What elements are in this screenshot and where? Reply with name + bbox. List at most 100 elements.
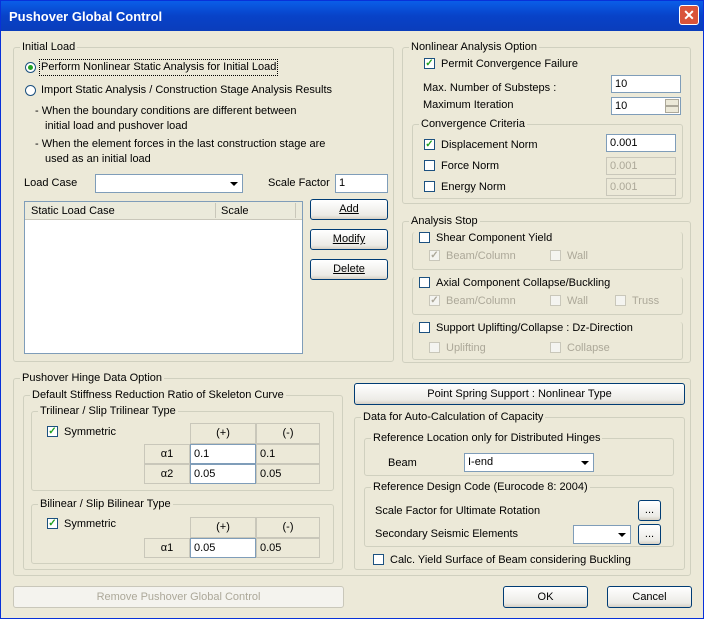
- table-header: Static Load Case Scale: [25, 202, 302, 220]
- chevron-down-icon[interactable]: [577, 455, 592, 470]
- col-divider: [215, 203, 216, 218]
- max-substeps-label: Max. Number of Substeps :: [423, 82, 557, 94]
- axial-collapse-label[interactable]: Axial Component Collapse/Buckling: [436, 277, 614, 290]
- uplifting-checkbox: [429, 342, 440, 353]
- displacement-norm-checkbox[interactable]: ✓: [424, 139, 435, 150]
- chevron-down-icon[interactable]: [614, 527, 629, 542]
- axial-collapse-checkbox[interactable]: [419, 277, 430, 288]
- auto-calc-legend: Data for Auto-Calculation of Capacity: [363, 411, 544, 423]
- scale-factor-rotation-button[interactable]: ...: [638, 500, 661, 521]
- tri-symmetric-label[interactable]: Symmetric: [64, 426, 116, 439]
- scale-factor-label: Scale Factor: [268, 177, 330, 189]
- beam-location-dropdown[interactable]: I-end: [464, 453, 594, 472]
- trilinear-legend: Trilinear / Slip Trilinear Type: [40, 405, 176, 417]
- shear-beam-checkbox: ✓: [429, 250, 440, 261]
- delete-button[interactable]: Delete: [310, 259, 388, 280]
- hinge-data-legend: Pushover Hinge Data Option: [22, 372, 163, 384]
- beam-location-value: I-end: [468, 456, 494, 468]
- cancel-button[interactable]: Cancel: [607, 586, 692, 608]
- col-static-load-case[interactable]: Static Load Case: [31, 205, 115, 218]
- window-title: Pushover Global Control: [9, 9, 163, 24]
- point-spring-button[interactable]: Point Spring Support : Nonlinear Type: [354, 383, 685, 405]
- max-iteration-value: 10: [615, 100, 628, 112]
- bi-plus-header: (+): [190, 517, 256, 538]
- tri-symmetric-checkbox[interactable]: ✓: [47, 426, 58, 437]
- max-iteration-spinner[interactable]: 10: [611, 97, 681, 115]
- bi-a1-minus-input: 0.05: [256, 538, 320, 558]
- note-2b: used as an initial load: [45, 153, 151, 165]
- close-icon[interactable]: ✕: [679, 5, 699, 25]
- bi-minus-header: (-): [256, 517, 320, 538]
- load-case-label: Load Case: [24, 177, 78, 189]
- load-case-table[interactable]: Static Load Case Scale: [24, 201, 303, 354]
- analysis-stop-legend: Analysis Stop: [411, 215, 478, 227]
- bilinear-legend: Bilinear / Slip Bilinear Type: [40, 498, 171, 510]
- calc-yield-label[interactable]: Calc. Yield Surface of Beam considering …: [390, 554, 631, 567]
- title-bar[interactable]: Pushover Global Control ✕: [1, 1, 703, 31]
- shear-yield-checkbox[interactable]: [419, 232, 430, 243]
- support-uplift-label[interactable]: Support Uplifting/Collapse : Dz-Directio…: [436, 322, 636, 335]
- displacement-norm-label[interactable]: Displacement Norm: [441, 139, 538, 152]
- secondary-seismic-button[interactable]: ...: [638, 524, 661, 545]
- energy-norm-input: 0.001: [606, 178, 676, 196]
- add-button[interactable]: Add: [310, 199, 388, 220]
- col-scale[interactable]: Scale: [221, 205, 249, 218]
- tri-a2-label: α2: [144, 464, 190, 484]
- max-iteration-label: Maximum Iteration: [423, 99, 514, 111]
- axial-truss-checkbox: [615, 295, 626, 306]
- bi-symmetric-label[interactable]: Symmetric: [64, 518, 116, 531]
- beam-label: Beam: [388, 457, 417, 469]
- ref-design-code-legend: Reference Design Code (Eurocode 8: 2004): [373, 481, 588, 493]
- energy-norm-label[interactable]: Energy Norm: [441, 181, 506, 194]
- bi-symmetric-checkbox[interactable]: ✓: [47, 518, 58, 529]
- collapse-checkbox: [550, 342, 561, 353]
- energy-norm-checkbox[interactable]: [424, 181, 435, 192]
- force-norm-checkbox[interactable]: [424, 160, 435, 171]
- spin-up-icon[interactable]: [665, 99, 679, 106]
- support-uplift-checkbox[interactable]: [419, 322, 430, 333]
- max-substeps-input[interactable]: 10: [611, 75, 681, 93]
- ok-button[interactable]: OK: [503, 586, 588, 608]
- perform-nonlinear-label[interactable]: Perform Nonlinear Static Analysis for In…: [38, 59, 279, 76]
- spin-down-icon[interactable]: [665, 106, 679, 113]
- col-divider: [295, 203, 296, 218]
- shear-wall-label: Wall: [567, 250, 588, 262]
- tri-a1-label: α1: [144, 444, 190, 464]
- scale-factor-input[interactable]: 1: [335, 174, 388, 193]
- chevron-down-icon[interactable]: [226, 176, 241, 191]
- dialog-window: Pushover Global Control ✕ Initial Load P…: [0, 0, 704, 619]
- shear-wall-checkbox: [550, 250, 561, 261]
- note-1a: - When the boundary conditions are diffe…: [35, 105, 297, 117]
- tri-a2-minus-input: 0.05: [256, 464, 320, 484]
- collapse-label: Collapse: [567, 342, 610, 354]
- modify-label: Modify: [332, 233, 366, 245]
- remove-pushover-button: Remove Pushover Global Control: [13, 586, 344, 608]
- bi-a1-label: α1: [144, 538, 190, 558]
- secondary-seismic-dropdown[interactable]: [573, 525, 631, 544]
- add-label: Add: [339, 203, 359, 215]
- permit-convergence-label[interactable]: Permit Convergence Failure: [441, 58, 578, 71]
- axial-wall-label: Wall: [567, 295, 588, 307]
- bi-a1-plus-input[interactable]: 0.05: [190, 538, 256, 558]
- scale-factor-rotation-label: Scale Factor for Ultimate Rotation: [375, 505, 541, 517]
- load-case-dropdown[interactable]: [95, 174, 243, 193]
- shear-yield-label[interactable]: Shear Component Yield: [436, 232, 556, 245]
- axial-wall-checkbox: [550, 295, 561, 306]
- calc-yield-checkbox[interactable]: [373, 554, 384, 565]
- axial-truss-label: Truss: [632, 295, 660, 307]
- import-results-radio[interactable]: [25, 85, 36, 96]
- ref-location-legend: Reference Location only for Distributed …: [373, 432, 601, 444]
- tri-plus-header: (+): [190, 423, 256, 444]
- delete-label: Delete: [333, 263, 365, 275]
- permit-convergence-checkbox[interactable]: ✓: [424, 58, 435, 69]
- import-results-label[interactable]: Import Static Analysis / Construction St…: [41, 84, 332, 97]
- tri-a1-plus-input[interactable]: 0.1: [190, 444, 256, 464]
- force-norm-label[interactable]: Force Norm: [441, 160, 499, 173]
- shear-beam-label: Beam/Column: [446, 250, 516, 262]
- modify-button[interactable]: Modify: [310, 229, 388, 250]
- tri-a2-plus-input[interactable]: 0.05: [190, 464, 256, 484]
- stiffness-ratio-legend: Default Stiffness Reduction Ratio of Ske…: [32, 389, 284, 401]
- axial-beam-label: Beam/Column: [446, 295, 516, 307]
- perform-nonlinear-radio[interactable]: [25, 62, 36, 73]
- displacement-norm-input[interactable]: 0.001: [606, 134, 676, 152]
